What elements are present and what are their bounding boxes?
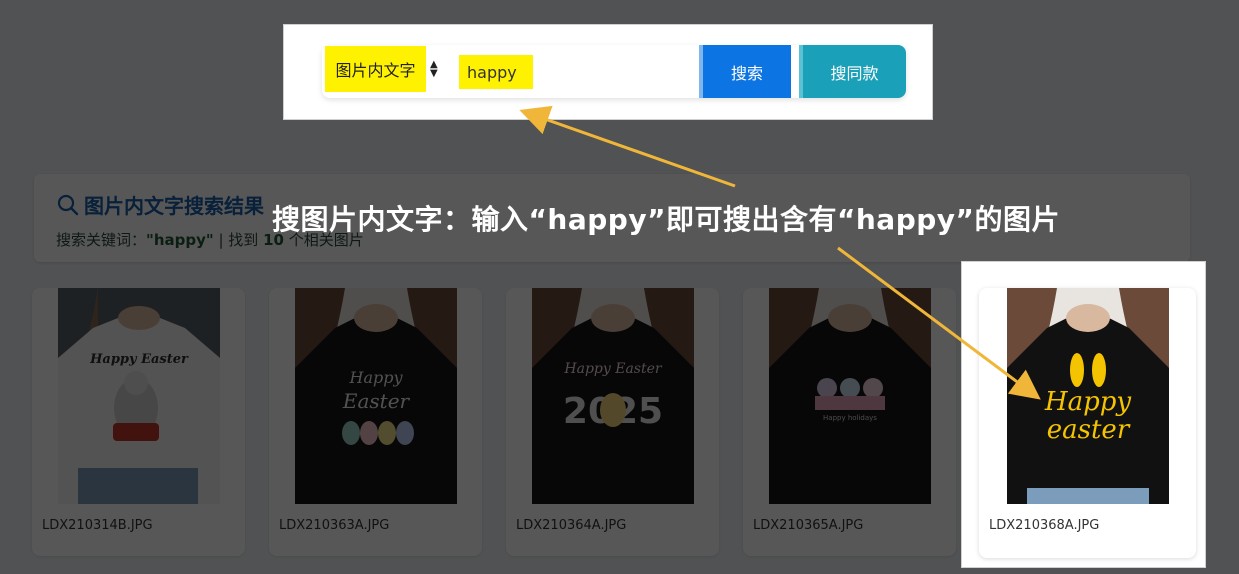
arrow-to-result-image: [837, 246, 1041, 400]
arrow-to-search-input: [519, 105, 736, 188]
annotation-arrows: [519, 105, 1041, 400]
annotation-text: 搜图片内文字：输入“happy”即可搜出含有“happy”的图片: [272, 203, 1060, 236]
